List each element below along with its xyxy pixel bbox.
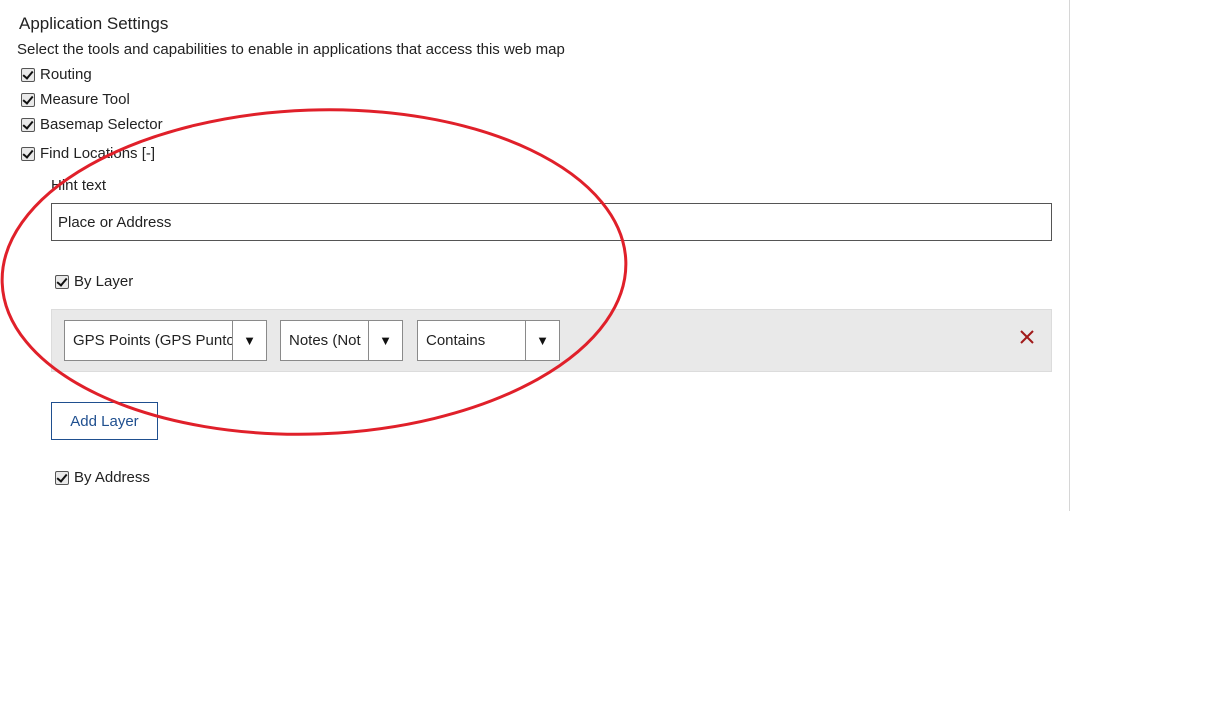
option-label: Routing xyxy=(40,66,92,83)
find-locations-checkbox[interactable] xyxy=(21,146,35,161)
routing-checkbox[interactable] xyxy=(21,67,35,82)
option-label: Measure Tool xyxy=(40,91,130,108)
add-layer-button[interactable]: Add Layer xyxy=(51,402,158,440)
layer-select-value: GPS Points (GPS Punto xyxy=(73,332,232,349)
by-layer-checkbox[interactable] xyxy=(55,274,69,289)
option-label: By Address xyxy=(74,469,150,486)
layer-select[interactable]: GPS Points (GPS Punto ▼ xyxy=(64,320,267,361)
option-label: Basemap Selector xyxy=(40,116,163,133)
hint-text-label: Hint text xyxy=(51,177,107,194)
hint-text-input[interactable] xyxy=(51,203,1052,241)
option-label: Find Locations [-] xyxy=(40,145,156,162)
field-select-value: Notes (Not xyxy=(289,332,361,349)
layer-search-row: GPS Points (GPS Punto ▼ Notes (Not ▼ Con… xyxy=(51,309,1052,372)
measure-tool-checkbox[interactable] xyxy=(21,92,35,107)
option-label: By Layer xyxy=(74,273,134,290)
option-find-locations[interactable]: Find Locations [-] xyxy=(21,145,155,162)
chevron-down-icon[interactable]: ▼ xyxy=(232,321,266,360)
field-select[interactable]: Notes (Not ▼ xyxy=(280,320,403,361)
by-address-checkbox[interactable] xyxy=(55,470,69,485)
operator-select-value: Contains xyxy=(426,332,486,349)
option-basemap-selector[interactable]: Basemap Selector xyxy=(21,116,163,133)
page-subtitle: Select the tools and capabilities to ena… xyxy=(17,41,565,58)
close-icon[interactable] xyxy=(1019,329,1035,345)
basemap-selector-checkbox[interactable] xyxy=(21,117,35,132)
option-by-layer[interactable]: By Layer xyxy=(55,273,133,290)
settings-panel: Application Settings Select the tools an… xyxy=(0,0,1070,511)
chevron-down-icon[interactable]: ▼ xyxy=(525,321,559,360)
operator-select[interactable]: Contains ▼ xyxy=(417,320,560,361)
option-by-address[interactable]: By Address xyxy=(55,469,150,486)
option-measure-tool[interactable]: Measure Tool xyxy=(21,91,130,108)
chevron-down-icon[interactable]: ▼ xyxy=(368,321,402,360)
option-routing[interactable]: Routing xyxy=(21,66,92,83)
page-title: Application Settings xyxy=(19,14,169,33)
